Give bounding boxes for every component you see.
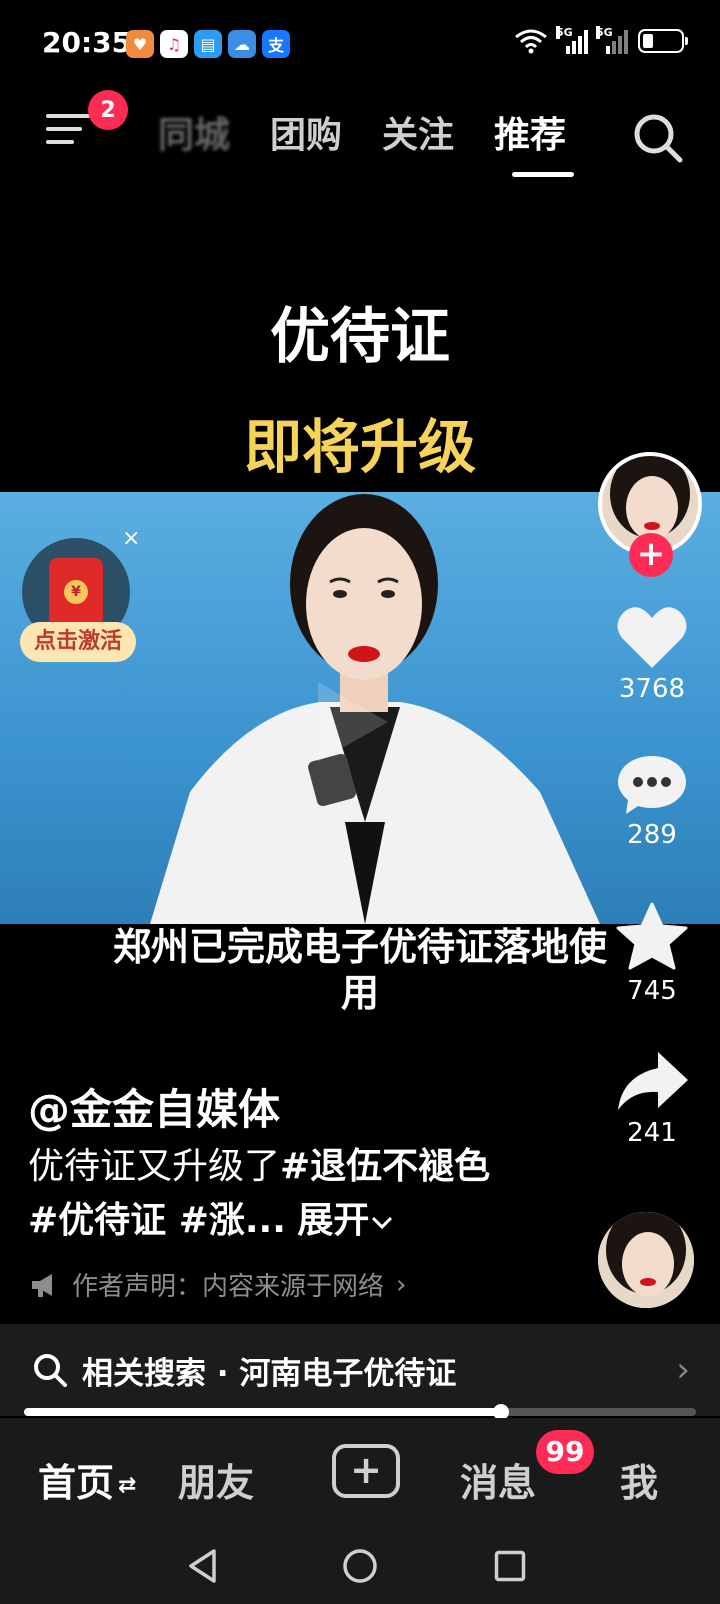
recents-square-icon[interactable] [494,1550,526,1582]
battery-icon [638,29,688,53]
tab-following[interactable]: 关注 [382,106,454,158]
expand-label: 展开 [297,1200,370,1241]
network-type-1: 5G [556,26,573,39]
status-time: 20:35 [42,26,132,59]
home-circle-icon[interactable] [342,1548,378,1584]
menu-button[interactable] [46,114,90,154]
cellular-signal-1-icon: 5G [556,26,588,54]
messages-badge: 99 [536,1430,594,1474]
red-packet-activate-label: 点击激活 [20,622,136,662]
expand-button[interactable]: 展开 [297,1200,395,1241]
notification-app-icons: ♥ ♫ ▤ ☁ 支 [126,30,290,58]
status-indicators: 5G 5G [514,26,688,54]
follow-button[interactable]: + [629,533,673,577]
wifi-icon [515,29,547,54]
megaphone-icon [32,1273,52,1297]
chevron-right-icon: › [396,1269,407,1300]
chevron-down-icon [372,1216,393,1230]
related-search-text: 相关搜索 · 河南电子优待证 [82,1356,457,1392]
tab-local[interactable]: 同城 [158,106,230,158]
menu-notification-badge: 2 [88,90,128,130]
share-count: 241 [627,1118,677,1148]
like-button[interactable]: 3768 [604,604,700,704]
nav-home[interactable]: 首页 ⇄ [38,1452,136,1507]
video-headline-primary: 优待证 [270,302,450,372]
nav-friends[interactable]: 朋友 [178,1452,254,1507]
favorite-button[interactable]: 745 [604,902,700,1006]
author-disclaimer[interactable]: 作者声明：内容来源于网络 › [30,1266,406,1303]
favorite-count: 745 [627,976,677,1006]
active-tab-indicator [512,172,574,177]
cellular-signal-2-icon: 5G [596,26,628,54]
system-navigation-bar [0,1534,720,1604]
share-arrow-icon [618,1052,688,1110]
related-search-bar[interactable]: 相关搜索 · 河南电子优待证 › [0,1324,720,1416]
red-packet-widget[interactable]: 点击激活 [20,538,136,666]
music-disc-avatar[interactable] [598,1212,694,1308]
comment-count: 289 [627,820,677,850]
book-app-icon: ▤ [194,30,222,58]
nav-messages[interactable]: 消息 [460,1452,536,1507]
status-bar: 20:35 ♥ ♫ ▤ ☁ 支 5G 5G [0,0,720,90]
top-navigation: 2 同城 团购 关注 推荐 [0,90,720,186]
red-packet-close-button[interactable]: × [122,526,140,551]
music-app-icon: ♫ [160,30,188,58]
video-subtitle: 郑州已完成电子优待证落地使用 [112,925,607,1015]
alipay-app-icon: 支 [262,30,290,58]
refresh-arrows-icon: ⇄ [118,1473,137,1498]
video-progress-bar[interactable] [24,1404,696,1420]
nav-home-label: 首页 [38,1461,115,1505]
bottom-navigation: 首页 ⇄ 朋友 + 消息 99 我 [0,1418,720,1534]
weather-app-icon: ☁ [228,30,256,58]
star-icon [616,902,688,970]
disclaimer-text: 作者声明：内容来源于网络 [72,1272,385,1302]
tab-group-buy[interactable]: 团购 [270,106,342,158]
search-icon [34,1354,67,1387]
create-post-button[interactable]: + [332,1444,400,1498]
chevron-right-icon: › [676,1350,690,1390]
comment-button[interactable]: 289 [604,752,700,850]
heart-app-icon: ♥ [126,30,154,58]
post-description[interactable]: 优待证又升级了#退伍不褪色 #优待证 #涨... 展开 [28,1140,498,1248]
back-icon[interactable] [186,1548,220,1584]
network-type-2: 5G [596,26,613,39]
author-name-link[interactable]: @金金自媒体 [28,1076,280,1137]
nav-me[interactable]: 我 [620,1452,658,1507]
description-text: 优待证又升级了 [28,1146,281,1187]
share-button[interactable]: 241 [604,1050,700,1148]
progress-fill [24,1408,502,1416]
like-count: 3768 [618,674,686,704]
search-icon[interactable] [630,110,686,166]
comment-icon [618,756,686,814]
heart-icon [617,607,687,668]
tab-recommended[interactable]: 推荐 [494,106,566,158]
